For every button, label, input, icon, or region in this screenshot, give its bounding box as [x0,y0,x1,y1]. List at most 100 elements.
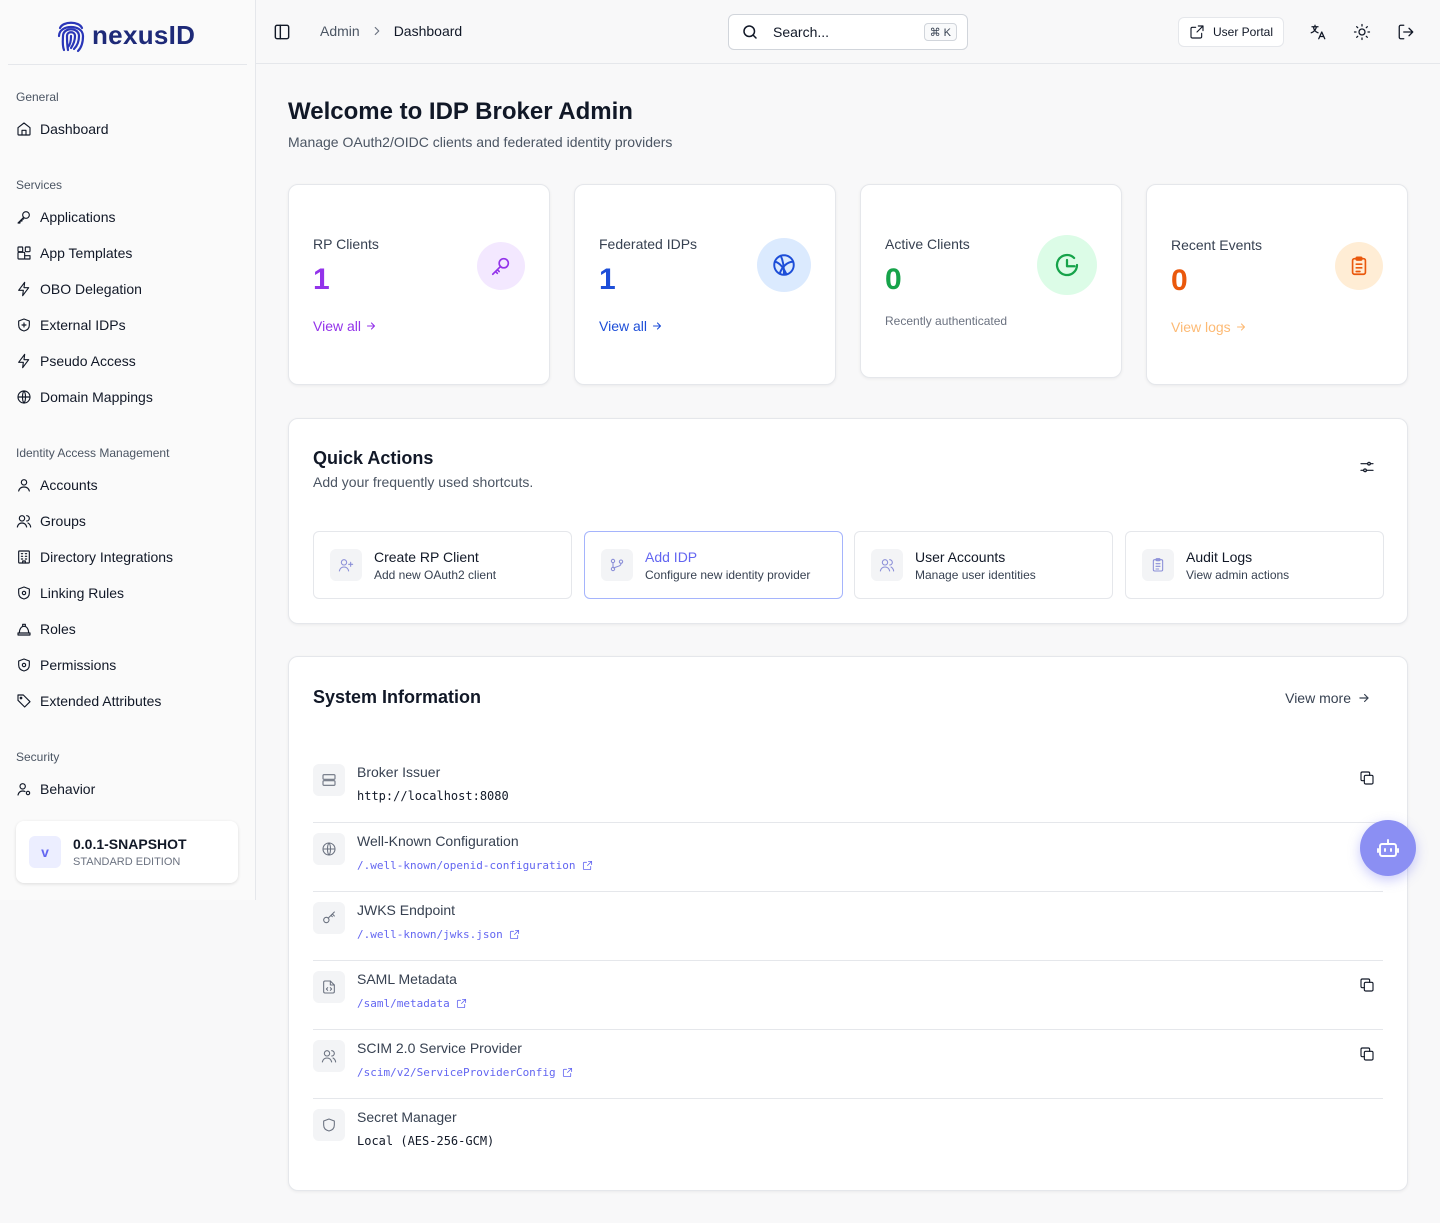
quick-action-user-accounts[interactable]: User Accounts Manage user identities [854,531,1113,599]
search-placeholder: Search... [773,24,830,40]
users-icon [321,1050,337,1063]
view-all-link[interactable]: View all [599,318,663,334]
quick-action-create-rp-client[interactable]: Create RP Client Add new OAuth2 client [313,531,572,599]
copy-button[interactable] [1359,770,1375,786]
sys-row-link[interactable]: /.well-known/jwks.json [357,928,520,941]
quick-action-title: Audit Logs [1186,548,1253,565]
arrow-right-icon [366,322,376,330]
logo[interactable]: nexusID [56,16,195,54]
quick-action-desc: View admin actions [1186,567,1290,582]
sidebar-item-extended-attributes[interactable]: Extended Attributes [8,685,247,717]
sidebar-item-directory-integrations[interactable]: Directory Integrations [8,541,247,573]
key-icon [17,211,30,224]
quick-action-icon [1142,549,1174,581]
sidebar-toggle-button[interactable] [272,22,292,42]
sidebar-item-applications[interactable]: Applications [8,201,247,233]
file-code-icon [323,980,335,994]
topbar: Admin Dashboard Search... ⌘ K User Porta… [256,0,1440,64]
sidebar-item-accounts[interactable]: Accounts [8,469,247,501]
sidebar-item-label: Dashboard [40,121,109,137]
copy-button[interactable] [1359,1046,1375,1062]
server-icon [322,774,336,786]
panel-left-icon [274,24,290,40]
sliders-icon [1360,461,1374,473]
stat-card-recent-events: Recent Events 0 View logs [1146,184,1408,385]
sidebar-item-pseudo-access[interactable]: Pseudo Access [8,345,247,377]
sidebar-item-dashboard[interactable]: Dashboard [8,113,247,145]
chevron-right-icon [374,26,380,36]
quick-action-icon [601,549,633,581]
sidebar-item-label: Applications [40,209,116,225]
sys-row-icon [313,1109,345,1141]
sys-row-icon [313,971,345,1003]
sys-row-label: Broker Issuer [357,764,441,780]
view-more-link[interactable]: View more [1285,690,1371,706]
sidebar-item-roles[interactable]: Roles [8,613,247,645]
sidebar-item-label: Accounts [40,477,98,493]
quick-action-audit-logs[interactable]: Audit Logs View admin actions [1125,531,1384,599]
globe-icon [773,254,795,276]
view-all-link[interactable]: View all [313,318,377,334]
clipboard-icon [1351,256,1367,276]
shield-icon [323,1118,335,1132]
sidebar-item-label: App Templates [40,245,133,261]
stat-label: RP Clients [313,236,379,252]
quick-action-desc: Add new OAuth2 client [374,567,497,582]
theme-toggle-button[interactable] [1352,22,1372,42]
sidebar-group-services: Services [16,178,63,192]
tag-icon [17,694,31,708]
sidebar-group-iam: Identity Access Management [16,446,170,460]
sys-row-scim: SCIM 2.0 Service Provider /scim/v2/Servi… [313,1030,1383,1099]
arrow-right-icon [1236,323,1245,331]
key-icon [491,257,510,276]
sys-row-icon [313,764,345,796]
sidebar-item-permissions[interactable]: Permissions [8,649,247,681]
search-icon [743,25,757,39]
stat-value: 1 [599,263,616,296]
copy-icon [1360,978,1374,992]
breadcrumb: Admin Dashboard [320,23,462,39]
language-button[interactable] [1308,22,1328,42]
user-portal-button[interactable]: User Portal [1178,17,1284,47]
external-link-icon [456,998,466,1009]
stat-label: Recent Events [1171,237,1263,253]
assistant-fab-button[interactable] [1360,820,1416,876]
search-input[interactable]: Search... ⌘ K [728,14,968,50]
copy-button[interactable] [1359,977,1375,993]
sidebar-divider [8,64,247,65]
sidebar: nexusID General Dashboard Services Appli… [0,0,256,900]
sys-row-saml-metadata: SAML Metadata /saml/metadata [313,961,1383,1030]
customize-shortcuts-button[interactable] [1359,459,1375,475]
stat-note: Recently authenticated [885,314,1008,328]
logout-button[interactable] [1396,22,1416,42]
sidebar-item-label: Roles [40,621,76,637]
sidebar-item-external-idps[interactable]: External IDPs [8,309,247,341]
globe-icon [322,842,336,856]
view-logs-link[interactable]: View logs [1171,319,1247,335]
sys-row-link[interactable]: /scim/v2/ServiceProviderConfig [357,1066,573,1079]
sidebar-item-behavior[interactable]: Behavior [8,773,247,805]
sidebar-item-domain-mappings[interactable]: Domain Mappings [8,381,247,413]
version-card: v 0.0.1-SNAPSHOT STANDARD EDITION [16,821,238,883]
stat-icon [757,238,811,292]
sidebar-item-obo-delegation[interactable]: OBO Delegation [8,273,247,305]
sidebar-item-label: OBO Delegation [40,281,142,297]
sidebar-item-groups[interactable]: Groups [8,505,247,537]
sys-row-link[interactable]: /.well-known/openid-configuration [357,859,593,872]
sidebar-group-general: General [16,90,59,104]
sys-row-broker-issuer: Broker Issuer http://localhost:8080 [313,754,1383,823]
external-link-icon [509,929,519,940]
quick-action-title: User Accounts [915,548,1006,565]
sys-row-link[interactable]: /saml/metadata [357,997,467,1010]
sidebar-group-security: Security [16,750,60,764]
copy-icon [1360,771,1374,785]
sidebar-item-linking-rules[interactable]: Linking Rules [8,577,247,609]
external-link-icon [582,860,592,871]
quick-action-add-idp[interactable]: Add IDP Configure new identity provider [584,531,843,599]
external-link-icon [562,1067,572,1078]
system-information-panel: System Information View more Broker Issu… [288,656,1408,1191]
breadcrumb-admin[interactable]: Admin [320,23,360,39]
sidebar-item-app-templates[interactable]: App Templates [8,237,247,269]
external-link-icon [1190,25,1204,39]
shield-cog-icon [18,658,30,672]
